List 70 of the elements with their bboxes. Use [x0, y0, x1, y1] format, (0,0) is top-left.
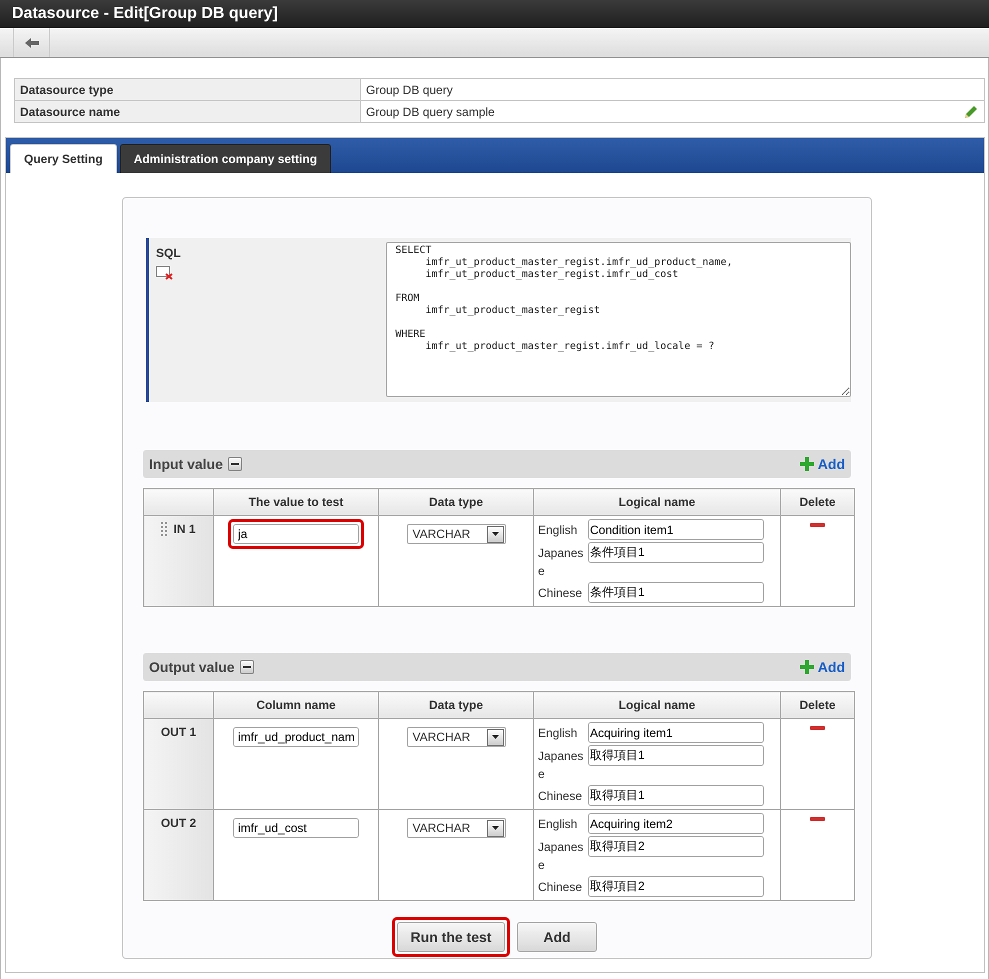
section-title: Output value — [149, 659, 235, 675]
type-dropdown[interactable]: VARCHAR — [406, 727, 506, 747]
name-field[interactable]: 条件項目1 — [588, 582, 764, 603]
dropdown-value: VARCHAR — [412, 527, 470, 541]
window-title: Datasource - Edit[Group DB query] — [12, 5, 278, 23]
column-header: Logical name — [534, 692, 780, 718]
language-label: Japanese — [538, 748, 584, 783]
row-label: OUT 1 — [160, 725, 196, 739]
language-label: Japanese — [538, 545, 584, 580]
column-header: The value to test — [214, 488, 378, 516]
language-label: Chinese — [538, 879, 584, 896]
field-value: Group DB query sample — [366, 104, 495, 118]
name-field[interactable]: 取得項目2 — [588, 876, 764, 897]
minus-icon — [242, 666, 251, 668]
field-label: Datasource name — [14, 100, 360, 122]
language-label: Chinese — [538, 788, 584, 805]
sql-label: SQL — [156, 246, 181, 260]
language-label: Chinese — [538, 585, 584, 602]
back-arrow-icon — [24, 38, 38, 48]
minus-icon — [810, 817, 825, 821]
tab[interactable]: Administration company setting — [120, 144, 332, 173]
pencil-icon[interactable] — [963, 104, 979, 120]
type-dropdown[interactable]: VARCHAR — [406, 524, 506, 544]
section-title: Input value — [149, 456, 223, 472]
back-button[interactable] — [13, 28, 50, 57]
name-field[interactable]: 取得項目1 — [588, 745, 764, 766]
plus-icon — [800, 660, 814, 674]
add-link[interactable]: Add — [800, 456, 845, 472]
text-field[interactable]: imfr_ud_product_nam — [233, 727, 359, 747]
collapse-button[interactable] — [228, 457, 242, 471]
field-value: Group DB query — [366, 82, 453, 96]
text-field[interactable]: ja — [233, 524, 359, 544]
name-field[interactable]: Condition item1 — [588, 519, 764, 540]
caret-icon — [492, 532, 498, 536]
sql-editor[interactable]: SELECT imfr_ut_product_master_regist.imfr_ud_product_name, imfr_ut_product_master_regist.imfr_ud_cost FROM imfr_ut_product_master_regist WHERE imfr_ut_product_master_regist.imfr_ud_locale = ? — [386, 242, 851, 397]
column-header: Data type — [378, 692, 534, 718]
clear-icon[interactable] — [156, 266, 174, 280]
name-field[interactable]: 取得項目1 — [588, 785, 764, 806]
add-link[interactable]: Add — [800, 659, 845, 675]
column-header: Logical name — [534, 488, 780, 516]
language-label: English — [538, 816, 578, 833]
dropdown-value: VARCHAR — [412, 730, 470, 744]
minus-icon — [230, 463, 239, 465]
collapse-button[interactable] — [240, 660, 254, 674]
row-label: OUT 2 — [160, 816, 196, 830]
field-label: Datasource type — [14, 78, 360, 100]
language-label: English — [538, 725, 578, 742]
name-field[interactable]: 取得項目2 — [588, 836, 764, 857]
text-field[interactable]: imfr_ud_cost — [233, 818, 359, 838]
name-field[interactable]: Acquiring item1 — [588, 722, 764, 743]
tab[interactable]: Query Setting — [10, 144, 117, 173]
dropdown-value: VARCHAR — [412, 821, 470, 835]
drag-handle-icon[interactable] — [161, 522, 168, 536]
row-label: IN 1 — [173, 522, 196, 536]
name-field[interactable]: Acquiring item2 — [588, 813, 764, 834]
language-label: Japanese — [538, 839, 584, 874]
column-header: Delete — [780, 488, 854, 516]
caret-icon — [492, 826, 498, 830]
column-header: Delete — [780, 692, 854, 718]
caret-icon — [492, 735, 498, 739]
minus-icon — [810, 726, 825, 730]
name-field[interactable]: 条件項目1 — [588, 542, 764, 563]
action-button[interactable]: Add — [517, 922, 597, 952]
column-header: Column name — [214, 692, 378, 718]
action-button[interactable]: Run the test — [397, 922, 505, 952]
column-header: Data type — [378, 488, 534, 516]
plus-icon — [800, 457, 814, 471]
type-dropdown[interactable]: VARCHAR — [406, 818, 506, 838]
minus-icon — [810, 523, 825, 527]
language-label: English — [538, 522, 578, 539]
